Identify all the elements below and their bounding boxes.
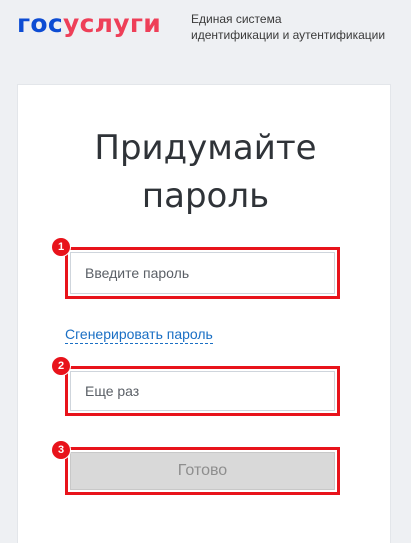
gosuslugi-logo[interactable]: госуслуги [17, 6, 161, 42]
submit-button-highlight: Готово [65, 447, 340, 495]
title-line-2: пароль [141, 176, 270, 216]
page-title: Придумайте пароль [0, 124, 411, 220]
page: госуслуги Единая система идентификации и… [0, 0, 411, 543]
tagline-line-2: идентификации и аутентификации [191, 28, 386, 42]
title-line-1: Придумайте [94, 128, 317, 168]
repeat-password-field-highlight [65, 366, 340, 416]
password-field-highlight [65, 247, 340, 299]
annotation-badge-3: 3 [52, 441, 70, 459]
password-input[interactable] [70, 252, 335, 294]
logo-text-gos: гос [17, 9, 63, 38]
header-tagline: Единая система идентификации и аутентифи… [191, 11, 385, 43]
repeat-password-input[interactable] [70, 371, 335, 411]
annotation-badge-2: 2 [52, 357, 70, 375]
annotation-badge-1: 1 [52, 238, 70, 256]
logo-text-uslugi: услуги [62, 9, 162, 38]
generate-password-link[interactable]: Сгенерировать пароль [65, 325, 213, 344]
tagline-line-1: Единая система [191, 12, 282, 26]
submit-button[interactable]: Готово [70, 452, 335, 490]
